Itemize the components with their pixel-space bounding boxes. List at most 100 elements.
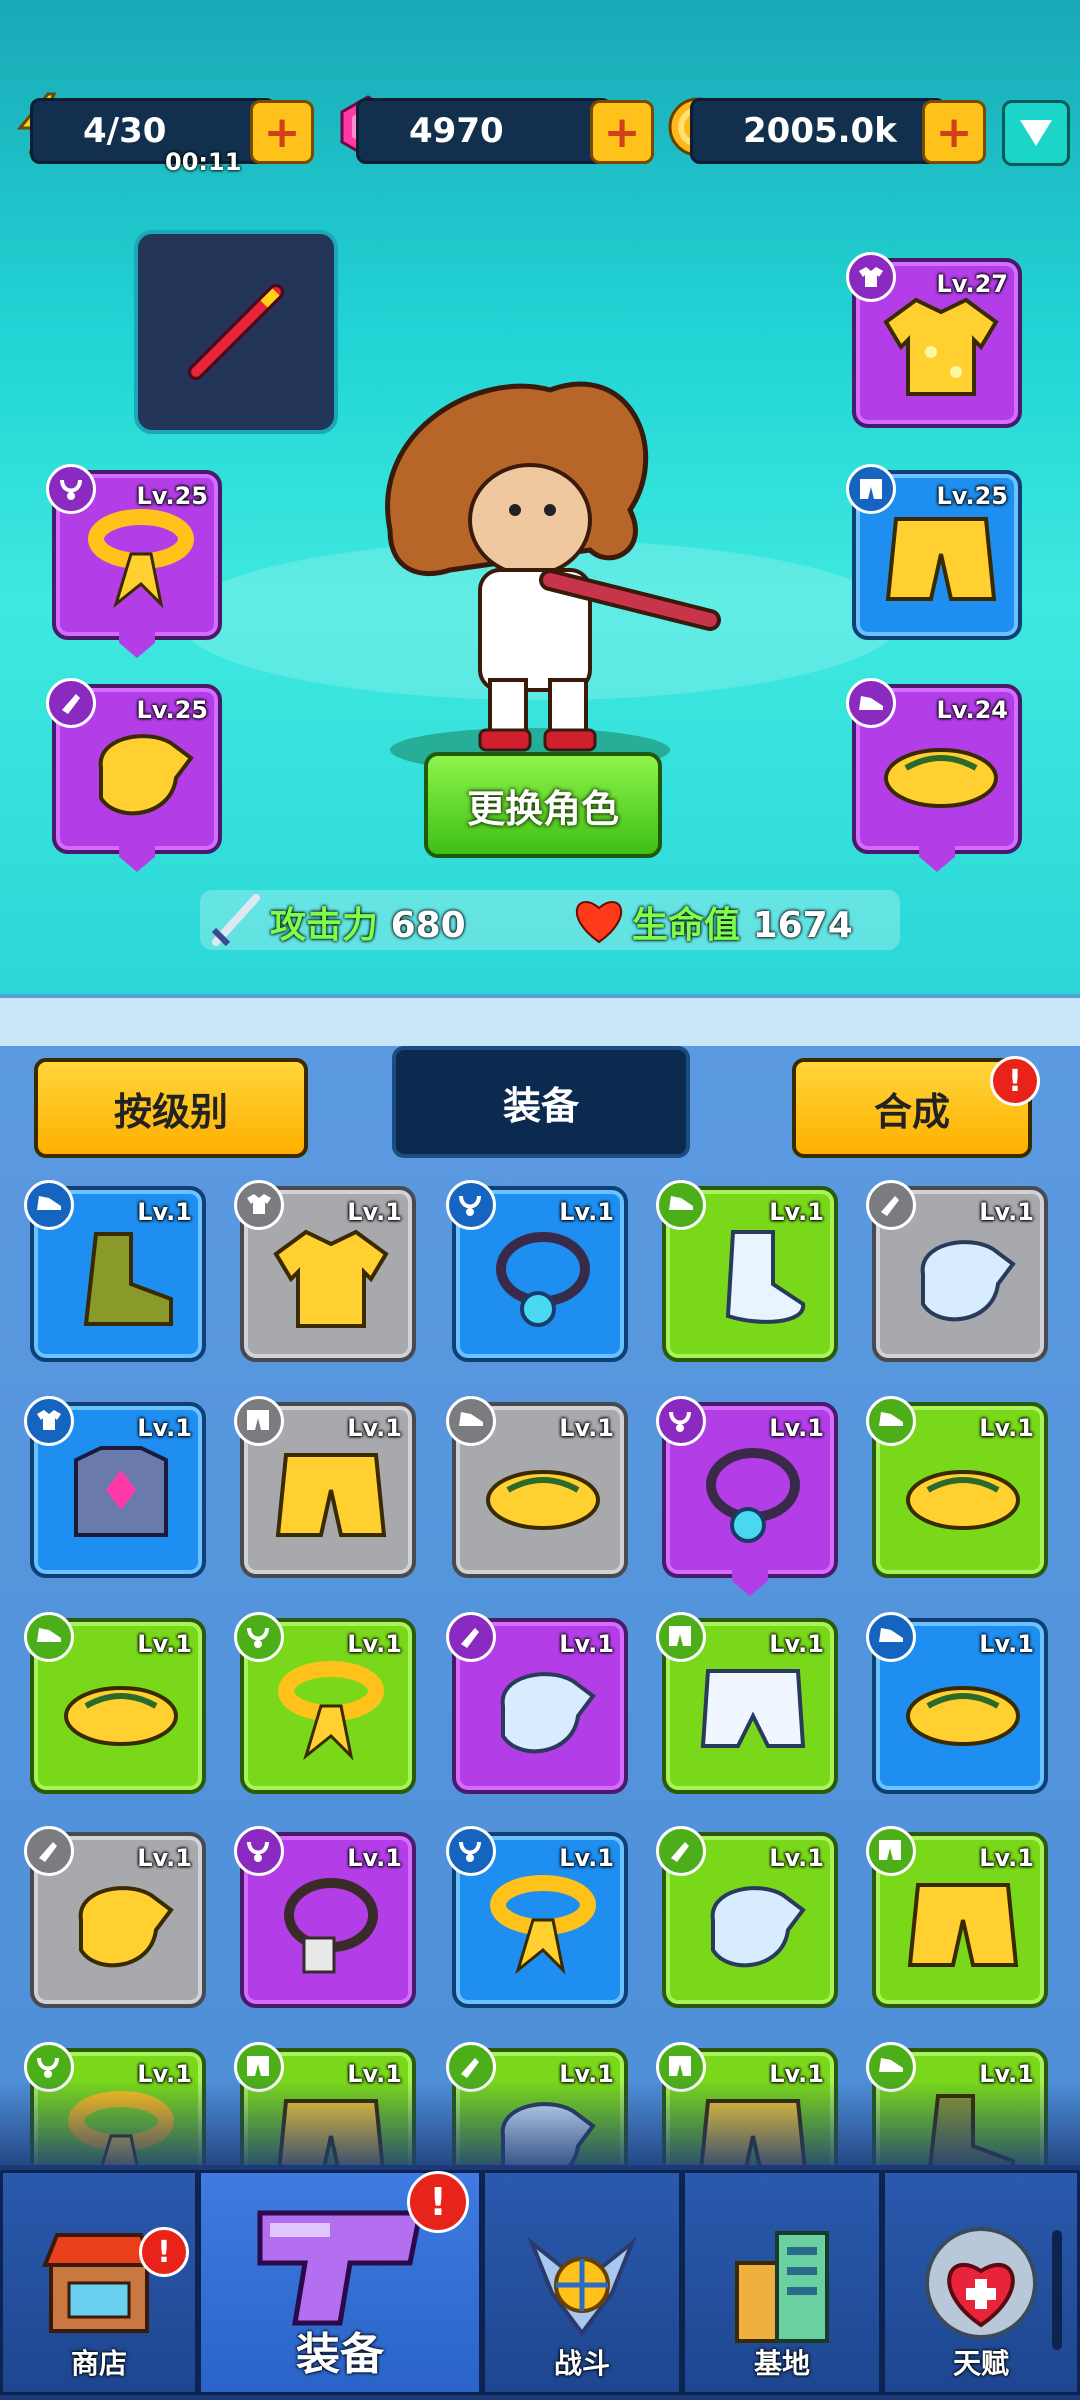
equipped-top-slot[interactable]: Lv.27	[846, 252, 1022, 428]
item-level: Lv.1	[559, 1844, 614, 1872]
staff-icon	[188, 284, 284, 380]
inventory-item-glove-yellow[interactable]: Lv.1	[24, 1826, 206, 2008]
shorts-icon	[907, 1883, 1019, 1967]
nav-shop[interactable]: ! 商店	[0, 2170, 198, 2395]
inventory-item-glove-white[interactable]: Lv.1	[866, 1180, 1048, 1362]
inventory-item-scarf[interactable]: Lv.1	[234, 1612, 416, 1794]
item-level: Lv.1	[137, 1630, 192, 1658]
shoes-category-icon	[656, 1180, 706, 1230]
weapon-slot[interactable]	[134, 230, 338, 434]
section-divider	[0, 994, 1080, 1052]
item-level: Lv.1	[769, 1414, 824, 1442]
necklace-category-icon	[234, 1612, 284, 1662]
add-gems-button[interactable]: +	[590, 100, 654, 164]
inventory-item-sandal[interactable]: Lv.1	[866, 1396, 1048, 1578]
gloves-category-icon	[656, 1826, 706, 1876]
monkey-character	[385, 381, 721, 770]
sort-by-level-button[interactable]: 按级别	[34, 1058, 308, 1158]
sandal-icon	[906, 1686, 1020, 1746]
inventory-item-boot[interactable]: Lv.1	[24, 1180, 206, 1362]
inventory-item-sandal[interactable]: Lv.1	[446, 1396, 628, 1578]
inventory-item-sandal[interactable]: Lv.1	[866, 1612, 1048, 1794]
pants-category-icon	[234, 1396, 284, 1446]
inventory-item-armor[interactable]: Lv.1	[24, 1396, 206, 1578]
equipped-necklace-slot[interactable]: Lv.25	[46, 464, 222, 658]
coin-bar: 2005.0k	[690, 98, 946, 164]
shield-icon	[1020, 120, 1052, 146]
inventory-item-sandal[interactable]: Lv.1	[24, 1612, 206, 1794]
shoes-category-icon	[24, 1180, 74, 1230]
necklace-icon	[706, 1448, 800, 1543]
shop-alert-badge: !	[139, 2227, 189, 2277]
nav-base[interactable]: 基地	[682, 2170, 882, 2395]
equipped-gloves-slot[interactable]: Lv.25	[46, 678, 222, 872]
necklace-category-icon	[234, 1826, 284, 1876]
building-icon	[735, 2231, 829, 2343]
hp-stat: 生命值 1674	[632, 896, 853, 948]
battle-icon	[527, 2236, 637, 2337]
item-level: Lv.1	[979, 1844, 1034, 1872]
inventory-item-shorts[interactable]: Lv.1	[866, 1826, 1048, 2008]
sandal-icon	[64, 1686, 178, 1746]
inventory-item-shorts[interactable]: Lv.1	[234, 1396, 416, 1578]
gloves-category-icon	[866, 1180, 916, 1230]
sword-icon	[211, 894, 260, 947]
nav-equipment[interactable]: ! 装备	[198, 2170, 482, 2395]
item-level: Lv.1	[347, 1630, 402, 1658]
shield-button[interactable]	[1002, 100, 1070, 166]
attack-label: 攻击力	[270, 905, 379, 946]
sandal-icon	[884, 748, 998, 808]
inventory-item-tag-necklace[interactable]: Lv.1	[234, 1826, 416, 2008]
equipped-shoes-slot[interactable]: Lv.24	[846, 678, 1022, 872]
sandal-icon	[486, 1470, 600, 1530]
item-level: Lv.1	[979, 1198, 1034, 1226]
inventory-item-necklace[interactable]: Lv.1	[446, 1180, 628, 1362]
heart-icon	[575, 901, 623, 944]
glove-icon	[98, 734, 194, 816]
item-level: Lv.1	[137, 1414, 192, 1442]
necklace-category-icon	[446, 1826, 496, 1876]
glove-white-icon	[710, 1886, 806, 1968]
item-level: Lv.1	[769, 1198, 824, 1226]
change-character-button[interactable]: 更换角色	[424, 752, 662, 858]
inventory-item-sock[interactable]: Lv.1	[656, 1180, 838, 1362]
sandal-icon	[906, 1470, 1020, 1530]
energy-timer: 00:11	[165, 148, 242, 176]
inventory-item-scarf[interactable]: Lv.1	[446, 1826, 628, 2008]
shorts-icon	[275, 1453, 387, 1537]
add-energy-button[interactable]: +	[250, 100, 314, 164]
item-level: Lv.1	[137, 1844, 192, 1872]
scarf-icon	[88, 509, 194, 609]
equipment-alert-badge: !	[407, 2171, 469, 2233]
gem-bar: 4970	[356, 98, 612, 164]
inventory-item-shirt[interactable]: Lv.1	[234, 1180, 416, 1362]
sock-icon	[725, 1230, 805, 1324]
pants-category-icon	[866, 1826, 916, 1876]
gloves-category-icon	[446, 1612, 496, 1662]
item-level: Lv.1	[769, 1844, 824, 1872]
item-level: Lv.1	[979, 1630, 1034, 1658]
inventory-item-glove-white[interactable]: Lv.1	[446, 1612, 628, 1794]
top-category-icon	[24, 1396, 74, 1446]
item-level: Lv.1	[347, 1844, 402, 1872]
nav-scrollbar[interactable]	[1052, 2230, 1062, 2350]
inventory-item-necklace[interactable]: Lv.1	[656, 1396, 838, 1596]
item-level: Lv.1	[347, 1414, 402, 1442]
shoes-category-icon	[866, 1612, 916, 1662]
gem-value: 4970	[409, 111, 504, 151]
item-level: Lv.1	[137, 1198, 192, 1226]
inventory-item-briefs[interactable]: Lv.1	[656, 1612, 838, 1794]
shoes-category-icon	[866, 1396, 916, 1446]
shorts-icon	[885, 517, 997, 601]
item-level: Lv.1	[559, 1414, 614, 1442]
glove-yellow-icon	[78, 1886, 174, 1968]
nav-battle[interactable]: 战斗	[482, 2170, 682, 2395]
add-coins-button[interactable]: +	[922, 100, 986, 164]
inventory-item-glove-white[interactable]: Lv.1	[656, 1826, 838, 2008]
nav-talent[interactable]: 天赋	[882, 2170, 1080, 2395]
talent-heart-icon	[925, 2227, 1037, 2339]
item-level: Lv.1	[347, 1198, 402, 1226]
scroll-fade	[0, 2080, 1080, 2170]
equipped-pants-slot[interactable]: Lv.25	[846, 464, 1022, 640]
tag-necklace-icon	[284, 1878, 378, 1974]
